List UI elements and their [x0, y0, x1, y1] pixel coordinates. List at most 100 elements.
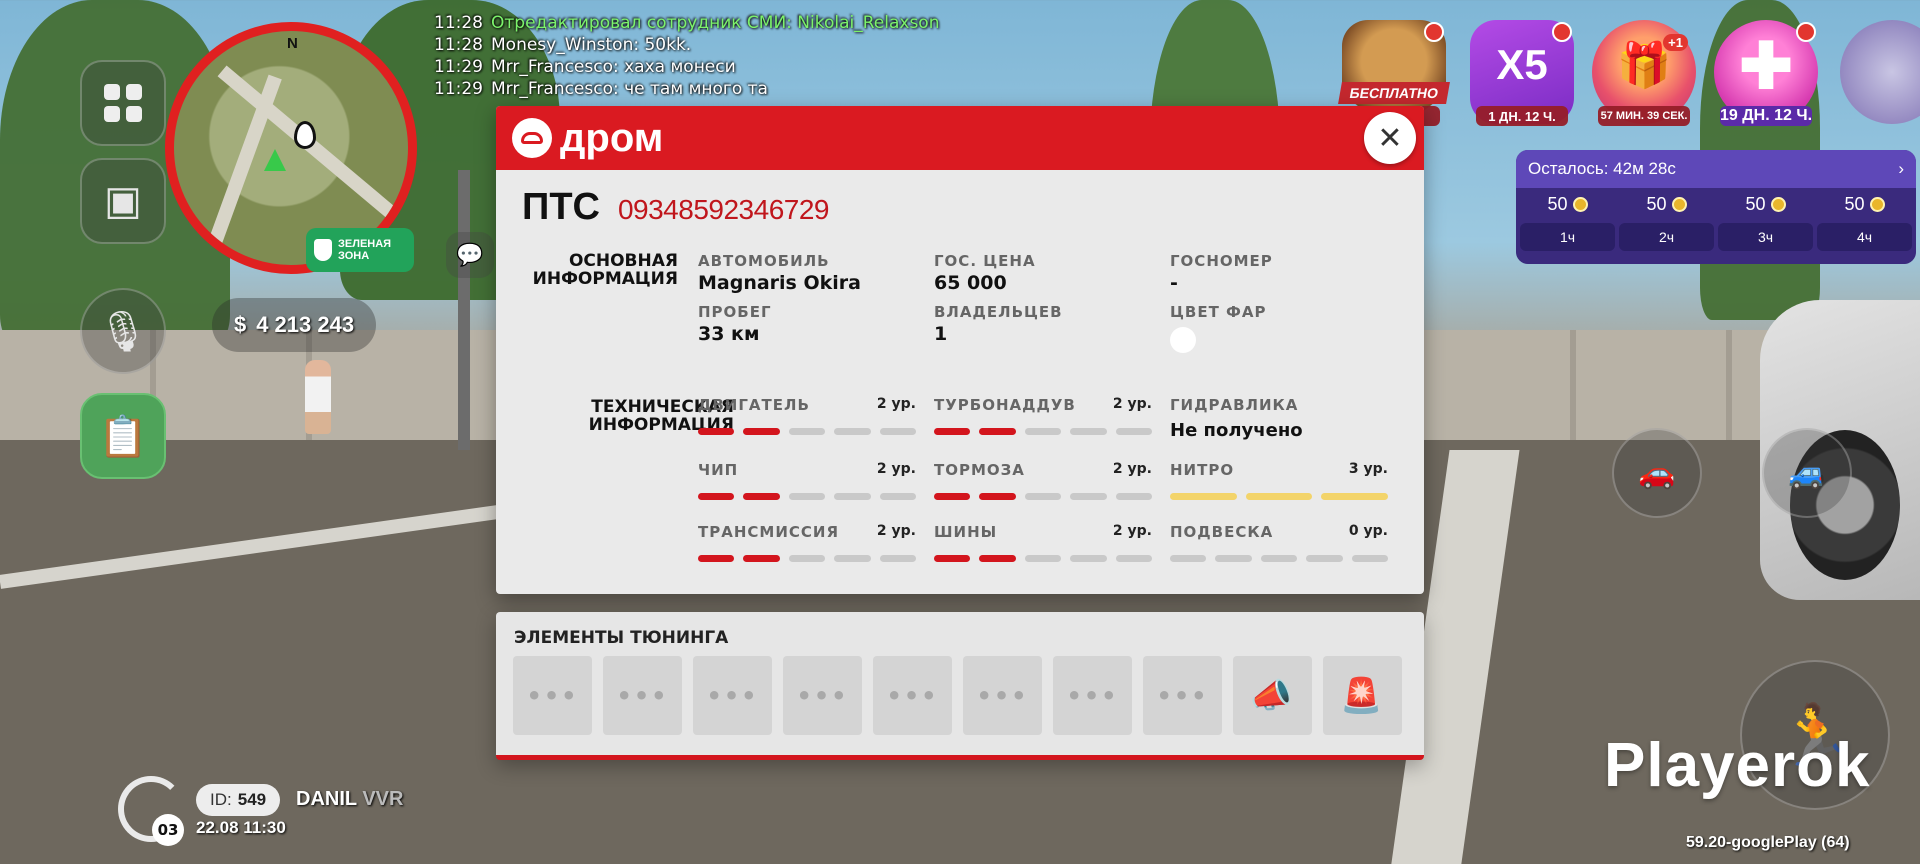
tuning-slot-empty[interactable]: •••	[603, 656, 682, 735]
reward-header: Осталось: 42м 28с ›	[1516, 150, 1916, 188]
coin-amount: 50	[1547, 194, 1568, 214]
vehicle-passport-modal: дром ✕ ПТС 09348592346729 ОСНОВНАЯ ИНФОР…	[496, 106, 1424, 594]
chat-message: Mrr_Francesco: че там много та	[491, 79, 768, 99]
chat-toggle-button[interactable]: 💬	[446, 232, 494, 278]
microphone-icon: 🎙	[97, 308, 149, 355]
mileage-label: ПРОБЕГ	[698, 303, 772, 321]
coin-amount: 50	[1646, 194, 1667, 214]
inventory-button[interactable]: ▣	[80, 158, 166, 244]
reward-hour: 3ч	[1718, 223, 1813, 251]
north-marker: N	[287, 35, 298, 52]
tech-level: 2 ур.	[1112, 461, 1152, 477]
gas-station-icon	[294, 121, 316, 149]
chat-time: 11:28	[434, 35, 483, 55]
tuning-slot-empty[interactable]: •••	[783, 656, 862, 735]
level-bar	[934, 555, 971, 562]
tech-tires: ШИНЫ 2 ур.	[934, 523, 1153, 562]
tech-name: ЧИП	[698, 461, 739, 479]
notification-dot	[1552, 22, 1572, 42]
gift-button[interactable]: 🎁 +1 57 МИН. 39 СЕК.	[1592, 20, 1696, 126]
reward-cell: 50 3ч	[1718, 194, 1813, 251]
reward-hour: 2ч	[1619, 223, 1714, 251]
tuning-slot-siren[interactable]: 🚨	[1323, 656, 1402, 735]
level-bar	[934, 493, 971, 500]
tech-name: ДВИГАТЕЛЬ	[698, 396, 810, 414]
tech-name: ТОРМОЗА	[934, 461, 1025, 479]
price-field: ГОС. ЦЕНА 65 000	[934, 252, 1154, 294]
tech-brakes: ТОРМОЗА 2 ур.	[934, 461, 1153, 500]
plate-value: -	[1170, 272, 1178, 294]
remaining-value: 42м 28с	[1613, 159, 1676, 178]
voice-chat-button[interactable]: 🎙	[80, 288, 166, 374]
pass-timer: 19 ДН. 12 Ч.	[1720, 106, 1813, 126]
level-bar	[879, 428, 917, 435]
speech-bubble-icon: 💬	[456, 242, 484, 268]
level-bar	[743, 555, 780, 562]
battle-pass-button[interactable]: ✚ 19 ДН. 12 Ч.	[1714, 20, 1818, 126]
tech-level: 2 ур.	[876, 461, 916, 477]
x5-bonus-button[interactable]: X5 1 ДН. 12 Ч.	[1470, 20, 1574, 126]
reward-hour: 4ч	[1817, 223, 1912, 251]
menu-button[interactable]	[80, 60, 166, 146]
level-bar	[788, 493, 826, 500]
close-button[interactable]: ✕	[1364, 112, 1416, 164]
car-menu-button[interactable]: 🚗	[1612, 428, 1702, 518]
tech-name: ПОДВЕСКА	[1170, 523, 1274, 541]
tuning-slot-empty[interactable]: •••	[963, 656, 1042, 735]
pts-title: ПТС	[522, 186, 600, 228]
level-bar	[1245, 493, 1313, 500]
green-zone-badge: ЗЕЛЕНАЯ ЗОНА	[306, 228, 414, 272]
player-nickname: DANIL	[296, 788, 357, 810]
tuning-slot-empty[interactable]: •••	[873, 656, 952, 735]
level-bar	[743, 493, 780, 500]
tuning-slot-empty[interactable]: •••	[693, 656, 772, 735]
level-bar	[979, 428, 1016, 435]
level-bar	[1070, 555, 1107, 562]
reward-coins: 50	[1646, 194, 1687, 215]
reward-coins: 50	[1547, 194, 1588, 215]
tech-name: ШИНЫ	[934, 523, 998, 541]
chat-time: 11:29	[434, 79, 483, 99]
chat-message: Отредактировал сотрудник СМИ: Nikolai_Re…	[491, 13, 940, 33]
tuning-slot-empty[interactable]: •••	[1053, 656, 1132, 735]
modal-header: дром	[496, 106, 1424, 170]
car-door-icon: 🚙	[1788, 455, 1826, 491]
gift-icon: 🎁	[1616, 41, 1672, 90]
price-value: 65 000	[934, 272, 1007, 294]
zone-label-line: ЗОНА	[338, 250, 370, 262]
remaining-label: Осталось:	[1528, 159, 1609, 178]
level-bars	[698, 428, 917, 435]
online-reward-panel[interactable]: Осталось: 42м 28с › 50 1ч 50 2ч 50 3ч 50 4ч	[1516, 150, 1916, 264]
lights-label: ЦВЕТ ФАР	[1170, 303, 1267, 321]
chevron-right-icon[interactable]: ›	[1898, 159, 1904, 179]
tuning-slot-empty[interactable]: •••	[513, 656, 592, 735]
coin-icon	[1671, 197, 1687, 212]
zone-label: ЗЕЛЕНАЯ ЗОНА	[338, 238, 391, 262]
reward-coins: 50	[1844, 194, 1885, 215]
coin-amount: 50	[1745, 194, 1766, 214]
tuning-slot-empty[interactable]: •••	[1143, 656, 1222, 735]
level-bar	[1070, 493, 1107, 500]
extra-promo-button[interactable]	[1840, 20, 1920, 124]
siren-icon: 🚨	[1340, 675, 1385, 716]
tech-engine: ДВИГАТЕЛЬ 2 ур.	[698, 396, 917, 435]
level-bars	[698, 555, 917, 562]
shield-icon	[314, 239, 332, 261]
level-bar	[788, 428, 826, 435]
hydraulics-status: Не получено	[1170, 420, 1303, 441]
level-bars	[1170, 493, 1389, 500]
plus-icon: ✚	[1739, 29, 1793, 102]
tuning-title: ЭЛЕМЕНТЫ ТЮНИНГА	[514, 628, 729, 648]
owners-field: ВЛАДЕЛЬЦЕВ 1	[934, 303, 1154, 345]
tech-name: НИТРО	[1170, 461, 1235, 479]
chat-line: 11:28 Отредактировал сотрудник СМИ: Nikol…	[434, 12, 939, 34]
level-bar	[1321, 493, 1389, 500]
main-info-label: ОСНОВНАЯ ИНФОРМАЦИЯ	[532, 251, 678, 289]
tasks-button[interactable]: 📋	[80, 393, 166, 479]
level-bar	[879, 493, 917, 500]
owners-value: 1	[934, 323, 948, 345]
level-bar	[1306, 555, 1343, 562]
tuning-slot-horn[interactable]: 📣	[1233, 656, 1312, 735]
player-id: 549	[237, 790, 267, 809]
enter-car-button[interactable]: 🚙	[1762, 428, 1852, 518]
